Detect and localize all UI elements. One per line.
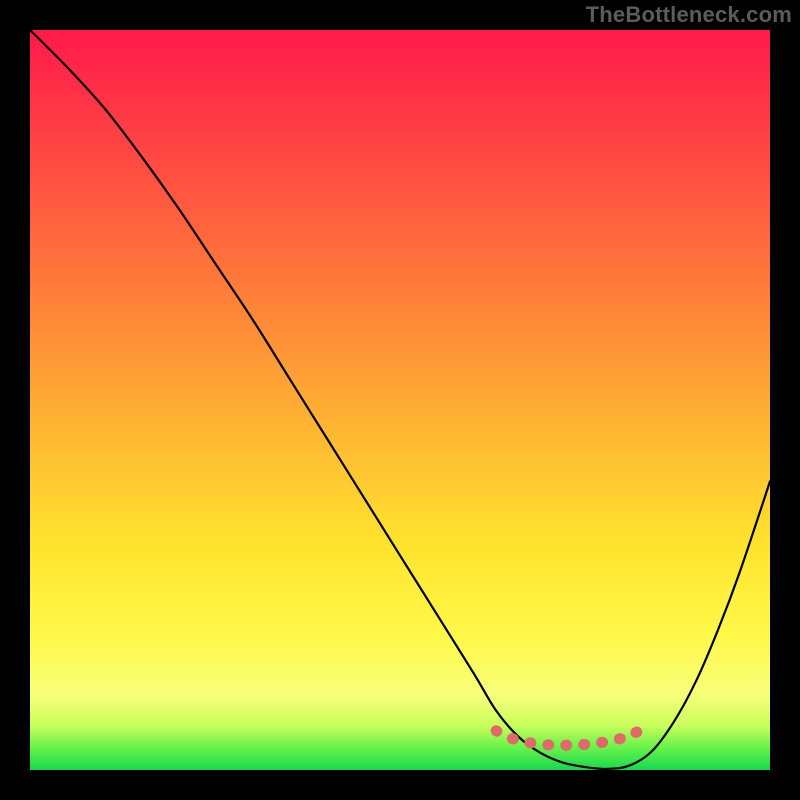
chart-frame: TheBottleneck.com xyxy=(0,0,800,800)
chart-svg-layer xyxy=(30,30,770,770)
watermark-text: TheBottleneck.com xyxy=(586,2,792,28)
bottleneck-curve-path xyxy=(30,30,770,769)
plot-area xyxy=(30,30,770,770)
